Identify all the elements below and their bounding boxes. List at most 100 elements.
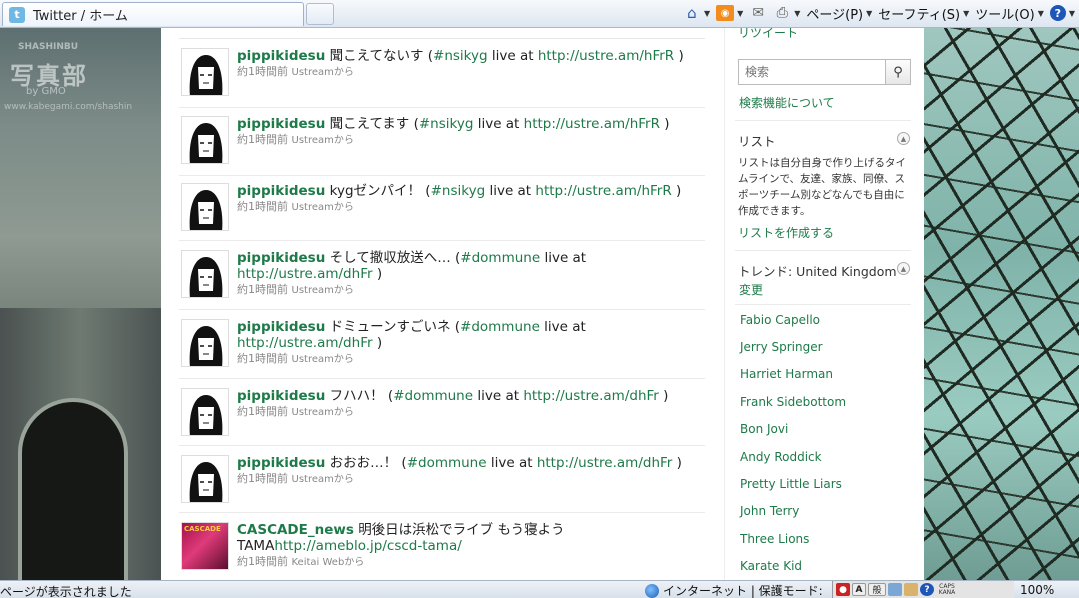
trend-link[interactable]: Jerry Springer xyxy=(740,340,823,354)
tweet-item[interactable]: pippikidesu ドミューンすごいネ (#dommune live at … xyxy=(179,319,705,379)
trend-link[interactable]: Pretty Little Liars xyxy=(740,477,842,491)
avatar[interactable] xyxy=(181,183,229,231)
avatar[interactable] xyxy=(181,48,229,96)
advanced-search-link[interactable]: 検索機能について xyxy=(739,94,835,111)
tools-menu[interactable]: ツール(O) ▼ xyxy=(975,4,1044,23)
dictionary-icon[interactable] xyxy=(888,583,902,596)
tweet-time[interactable]: 約1時間前 xyxy=(237,472,288,485)
create-list-link[interactable]: リストを作成する xyxy=(738,224,834,241)
avatar[interactable] xyxy=(181,388,229,436)
url-link[interactable]: http://ustre.am/dhFr xyxy=(237,335,373,351)
tools-icon[interactable] xyxy=(904,583,918,596)
tools-menu-label: ツール(O) xyxy=(975,7,1035,23)
watermark-gmo: by GMO xyxy=(26,86,66,97)
tweet-username[interactable]: pippikidesu xyxy=(237,455,325,471)
chevron-down-icon[interactable]: ▼ xyxy=(704,9,710,18)
collapse-icon[interactable]: ▲ xyxy=(897,132,910,145)
search-input[interactable] xyxy=(738,59,886,85)
ime-pad-icon[interactable]: ● xyxy=(836,583,850,596)
new-tab-button[interactable] xyxy=(306,3,334,25)
trend-link[interactable]: Frank Sidebottom xyxy=(740,395,846,409)
trend-link[interactable]: Harriet Harman xyxy=(740,367,833,381)
tweet-time[interactable]: 約1時間前 xyxy=(237,133,288,146)
browser-tab[interactable]: t Twitter / ホーム xyxy=(2,2,304,26)
tweet-time[interactable]: 約1時間前 xyxy=(237,405,288,418)
trend-link[interactable]: John Terry xyxy=(740,504,799,518)
conversion-mode-button[interactable]: 般 xyxy=(868,583,886,596)
avatar[interactable]: CASCADE xyxy=(181,522,229,570)
page-menu-label: ページ(P) xyxy=(806,7,864,23)
tweet-item[interactable]: CASCADE CASCADE_news 明後日は浜松でライブ もう寝よう TA… xyxy=(179,522,705,580)
hashtag-link[interactable]: #nsikyg xyxy=(433,48,488,64)
trend-link[interactable]: Fabio Capello xyxy=(740,313,820,327)
url-link[interactable]: http://ustre.am/hFrR xyxy=(524,116,660,132)
help-icon[interactable]: ? xyxy=(920,583,934,596)
trend-link[interactable]: Three Lions xyxy=(740,532,809,546)
change-trends-link[interactable]: 変更 xyxy=(739,281,763,298)
zoom-level[interactable]: 100% xyxy=(1020,583,1054,597)
chevron-down-icon: ▼ xyxy=(1037,8,1044,18)
tweet-item[interactable]: pippikidesu 聞こえてないす (#nsikyg live at htt… xyxy=(179,48,705,108)
tweet-time[interactable]: 約1時間前 xyxy=(237,283,288,296)
tweet-meta: 約1時間前 Ustreamから xyxy=(237,405,697,420)
hashtag-link[interactable]: #dommune xyxy=(407,455,487,471)
avatar[interactable] xyxy=(181,116,229,164)
feeds-button[interactable]: ◉ ▼ xyxy=(716,5,743,21)
tweet-text: kygゼンパイ！ ( xyxy=(329,183,431,199)
hashtag-link[interactable]: #dommune xyxy=(460,250,540,266)
print-icon: ⎙ xyxy=(776,5,788,21)
tweet-username[interactable]: pippikidesu xyxy=(237,388,325,404)
avatar[interactable] xyxy=(181,455,229,503)
hashtag-link[interactable]: #nsikyg xyxy=(419,116,474,132)
chevron-down-icon[interactable]: ▼ xyxy=(737,9,743,18)
avatar[interactable] xyxy=(181,250,229,298)
print-button[interactable]: ⎙ ▼ xyxy=(773,5,801,21)
tweet-item[interactable]: pippikidesu 聞こえてます (#nsikyg live at http… xyxy=(179,116,705,176)
page-menu[interactable]: ページ(P) ▼ xyxy=(806,4,872,23)
trend-link[interactable]: Andy Roddick xyxy=(740,450,822,464)
tweet-username[interactable]: pippikidesu xyxy=(237,319,325,335)
avatar[interactable] xyxy=(181,319,229,367)
search-button[interactable]: ⚲ xyxy=(885,59,911,85)
collapse-icon[interactable]: ▲ xyxy=(897,262,910,275)
trend-link[interactable]: Karate Kid xyxy=(740,559,802,573)
url-link[interactable]: http://ameblo.jp/cscd-tama/ xyxy=(274,538,461,554)
url-link[interactable]: http://ustre.am/dhFr xyxy=(237,266,373,282)
input-mode-button[interactable]: A xyxy=(852,583,866,596)
tweet-item[interactable]: pippikidesu kygゼンパイ！ (#nsikyg live at ht… xyxy=(179,183,705,241)
help-menu[interactable]: ? ▼ xyxy=(1049,5,1075,21)
tweet-username[interactable]: pippikidesu xyxy=(237,116,325,132)
tweet-username[interactable]: CASCADE_news xyxy=(237,522,354,538)
hashtag-link[interactable]: #nsikyg xyxy=(431,183,486,199)
url-link[interactable]: http://ustre.am/hFrR xyxy=(538,48,674,64)
hashtag-link[interactable]: #dommune xyxy=(460,319,540,335)
tweet-time[interactable]: 約1時間前 xyxy=(237,555,288,568)
safety-menu[interactable]: セーフティ(S) ▼ xyxy=(878,4,969,23)
url-link[interactable]: http://ustre.am/dhFr xyxy=(523,388,659,404)
tweet-item[interactable]: pippikidesu フハハ！ (#dommune live at http:… xyxy=(179,388,705,446)
tweet-body: pippikidesu フハハ！ (#dommune live at http:… xyxy=(237,388,697,420)
mail-button[interactable]: ✉ xyxy=(749,5,767,21)
hashtag-link[interactable]: #dommune xyxy=(393,388,473,404)
tweet-time[interactable]: 約1時間前 xyxy=(237,352,288,365)
tweet-item[interactable]: pippikidesu おおお…！ (#dommune live at http… xyxy=(179,455,705,513)
chevron-down-icon[interactable]: ▼ xyxy=(794,9,800,18)
tweet-time[interactable]: 約1時間前 xyxy=(237,200,288,213)
security-zone[interactable]: インターネット | 保護モード: xyxy=(645,582,823,598)
rss-icon: ◉ xyxy=(716,5,735,21)
tweet-text: ドミューンすごいネ ( xyxy=(329,319,461,335)
trend-link[interactable]: Bon Jovi xyxy=(740,422,788,436)
tweet-username[interactable]: pippikidesu xyxy=(237,250,325,266)
tweet-username[interactable]: pippikidesu xyxy=(237,183,325,199)
url-link[interactable]: http://ustre.am/hFrR xyxy=(535,183,671,199)
tweet-body: pippikidesu 聞こえてます (#nsikyg live at http… xyxy=(237,116,697,148)
tweet-time[interactable]: 約1時間前 xyxy=(237,65,288,78)
home-button[interactable]: ⌂ ▼ xyxy=(683,4,710,22)
tweet-username[interactable]: pippikidesu xyxy=(237,48,325,64)
url-link[interactable]: http://ustre.am/dhFr xyxy=(537,455,673,471)
tweet-item[interactable]: pippikidesu そして撤収放送へ… (#dommune live at … xyxy=(179,250,705,310)
retweet-link[interactable]: リツイート xyxy=(738,28,798,41)
tweet-source: Ustreamから xyxy=(291,135,354,146)
tweet-source: Ustreamから xyxy=(291,285,354,296)
safety-menu-label: セーフティ(S) xyxy=(878,7,961,23)
